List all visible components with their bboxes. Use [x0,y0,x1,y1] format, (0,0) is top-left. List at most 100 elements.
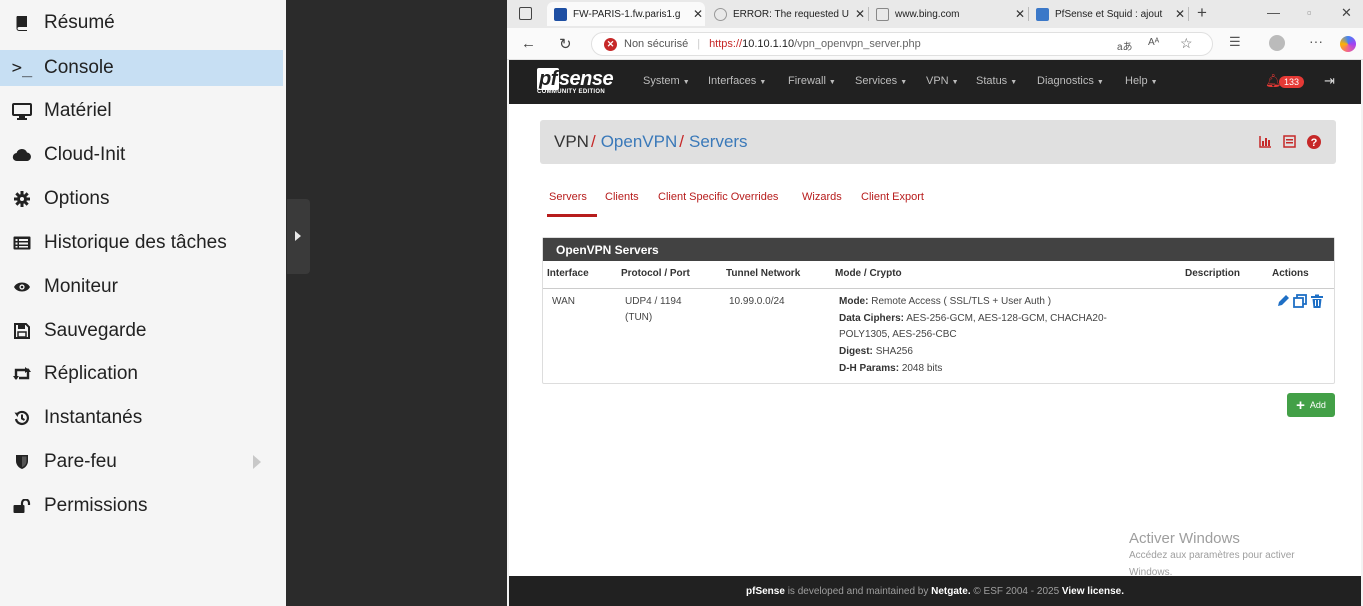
minimize-icon[interactable]: — [1267,5,1280,20]
menu-item-cloud-init[interactable]: Cloud-Init [0,137,283,173]
menu-item-monitor[interactable]: Moniteur [0,269,283,305]
close-tab-icon[interactable]: ✕ [691,7,705,21]
favorite-star-icon[interactable]: ☆ [1180,35,1193,52]
tab-client-export[interactable]: Client Export [861,191,924,203]
openvpn-servers-panel: OpenVPN Servers Interface Protocol / Por… [542,237,1335,384]
terminal-icon: >_ [11,58,33,78]
watermark-title: Activer Windows [1129,530,1240,547]
copilot-icon[interactable] [1340,36,1356,52]
tab-servers[interactable]: Servers [549,191,587,203]
gear-icon [0,191,44,207]
breadcrumb-servers[interactable]: Servers [689,132,748,151]
help-icon[interactable]: ? [1307,135,1321,149]
expand-arrow-icon[interactable] [253,455,261,469]
menu-system[interactable]: System ▼ [643,75,690,87]
menu-vpn[interactable]: VPN ▼ [926,75,959,87]
refresh-icon[interactable]: ↻ [559,35,572,53]
expand-panel-button[interactable] [287,199,310,274]
breadcrumb-openvpn[interactable]: OpenVPN [601,132,678,151]
menu-item-firewall[interactable]: Pare-feu [0,444,283,480]
breadcrumb-vpn: VPN [554,132,589,151]
logout-icon[interactable]: ⇥ [1324,73,1335,89]
globe-icon [714,7,727,21]
url-field[interactable]: ✕ Non sécurisé | https:// 10.10.1.10/vpn… [591,32,1213,56]
translate-icon[interactable]: aあ [1117,38,1133,53]
browser-tabbar: FW-PARIS-1.fw.paris1.g ✕ ERROR: The requ… [507,0,1363,28]
menu-label: Moniteur [44,276,118,297]
back-icon[interactable]: ← [521,35,536,52]
article-favicon-icon [1036,7,1049,21]
svg-text:?: ? [1311,137,1318,149]
eye-icon [0,281,44,293]
menu-item-resume[interactable]: Résumé [0,5,283,41]
favorites-list-icon[interactable]: ☰ [1229,34,1241,50]
cell-mode: Mode: Remote Access ( SSL/TLS + User Aut… [839,296,1052,307]
tab-wizards[interactable]: Wizards [802,191,842,203]
log-icon[interactable] [1283,135,1296,148]
active-tab-indicator [547,214,597,217]
url-path: /vpn_openvpn_server.php [794,38,921,50]
plus-icon: + [1296,396,1305,414]
close-window-icon[interactable]: ✕ [1341,5,1352,21]
notification-badge[interactable]: 133 [1279,76,1305,88]
copy-icon[interactable] [1293,294,1307,308]
menu-item-replication[interactable]: Réplication [0,356,283,392]
menu-diagnostics[interactable]: Diagnostics ▼ [1037,75,1104,87]
menu-services[interactable]: Services ▼ [855,75,907,87]
close-tab-icon[interactable]: ✕ [1173,7,1187,21]
menu-item-options[interactable]: Options [0,181,283,217]
retweet-icon [0,367,44,381]
menu-item-backup[interactable]: Sauvegarde [0,313,283,349]
menu-item-snapshots[interactable]: Instantanés [0,400,283,436]
col-mode-crypto: Mode / Crypto [835,268,902,279]
new-tab-icon[interactable]: + [1197,3,1207,23]
menu-help[interactable]: Help ▼ [1125,75,1158,87]
menu-label: Options [44,188,110,209]
tab-clients[interactable]: Clients [605,191,639,203]
menu-item-permissions[interactable]: Permissions [0,488,283,524]
read-aloud-icon[interactable]: Aᴬ [1148,37,1159,48]
trash-icon[interactable] [1310,294,1324,308]
cell-tunnel-network: 10.99.0.0/24 [729,296,785,307]
col-interface: Interface [547,268,589,279]
page-icon [876,7,889,21]
menu-interfaces[interactable]: Interfaces ▼ [708,75,766,87]
chart-icon[interactable] [1259,135,1272,148]
edit-pencil-icon[interactable] [1276,294,1290,308]
col-description: Description [1185,268,1241,279]
tab-client-specific-overrides[interactable]: Client Specific Overrides [658,191,778,203]
more-options-icon[interactable]: ··· [1309,33,1323,49]
security-label: Non sécurisé [624,38,689,50]
browser-tab-squid[interactable]: PfSense et Squid : ajout ✕ [1029,2,1187,26]
footer-netgate-link[interactable]: Netgate. [931,586,970,597]
footer-license-link[interactable]: View license. [1062,586,1124,597]
menu-label: Cloud-Init [44,144,126,165]
browser-tab-bing[interactable]: www.bing.com ✕ [869,2,1027,26]
menu-firewall[interactable]: Firewall ▼ [788,75,836,87]
profile-avatar-icon[interactable] [1269,35,1285,51]
menu-item-materiel[interactable]: Matériel [0,93,283,129]
close-tab-icon[interactable]: ✕ [1013,7,1027,21]
breadcrumb: VPN / OpenVPN / Servers ? [540,120,1336,164]
menu-status[interactable]: Status ▼ [976,75,1017,87]
menu-label: Historique des tâches [44,232,227,253]
menu-item-task-history[interactable]: Historique des tâches [0,225,283,261]
browser-tab-pfsense[interactable]: FW-PARIS-1.fw.paris1.g ✕ [547,2,705,26]
close-tab-icon[interactable]: ✕ [853,7,867,21]
tab-title: www.bing.com [895,8,960,20]
not-secure-icon: ✕ [604,37,617,51]
cell-ciphers-cont: POLY1305, AES-256-CBC [839,329,957,340]
pfsense-logo[interactable]: pf sense COMMUNITY EDITION [537,68,614,95]
cloud-icon [0,148,44,162]
browser-tab-error[interactable]: ERROR: The requested U ✕ [707,2,867,26]
tab-actions-icon[interactable] [519,7,532,20]
menu-label: Permissions [44,495,148,516]
list-icon [0,236,44,250]
add-server-button[interactable]: + Add [1287,393,1335,417]
tab-title: ERROR: The requested U [733,8,849,20]
menu-label: Pare-feu [44,451,117,472]
url-scheme: https:// [709,38,743,50]
menu-label: Sauvegarde [44,320,147,341]
restore-icon[interactable]: ▫ [1307,5,1312,20]
menu-item-console[interactable]: >_ Console [0,50,283,86]
